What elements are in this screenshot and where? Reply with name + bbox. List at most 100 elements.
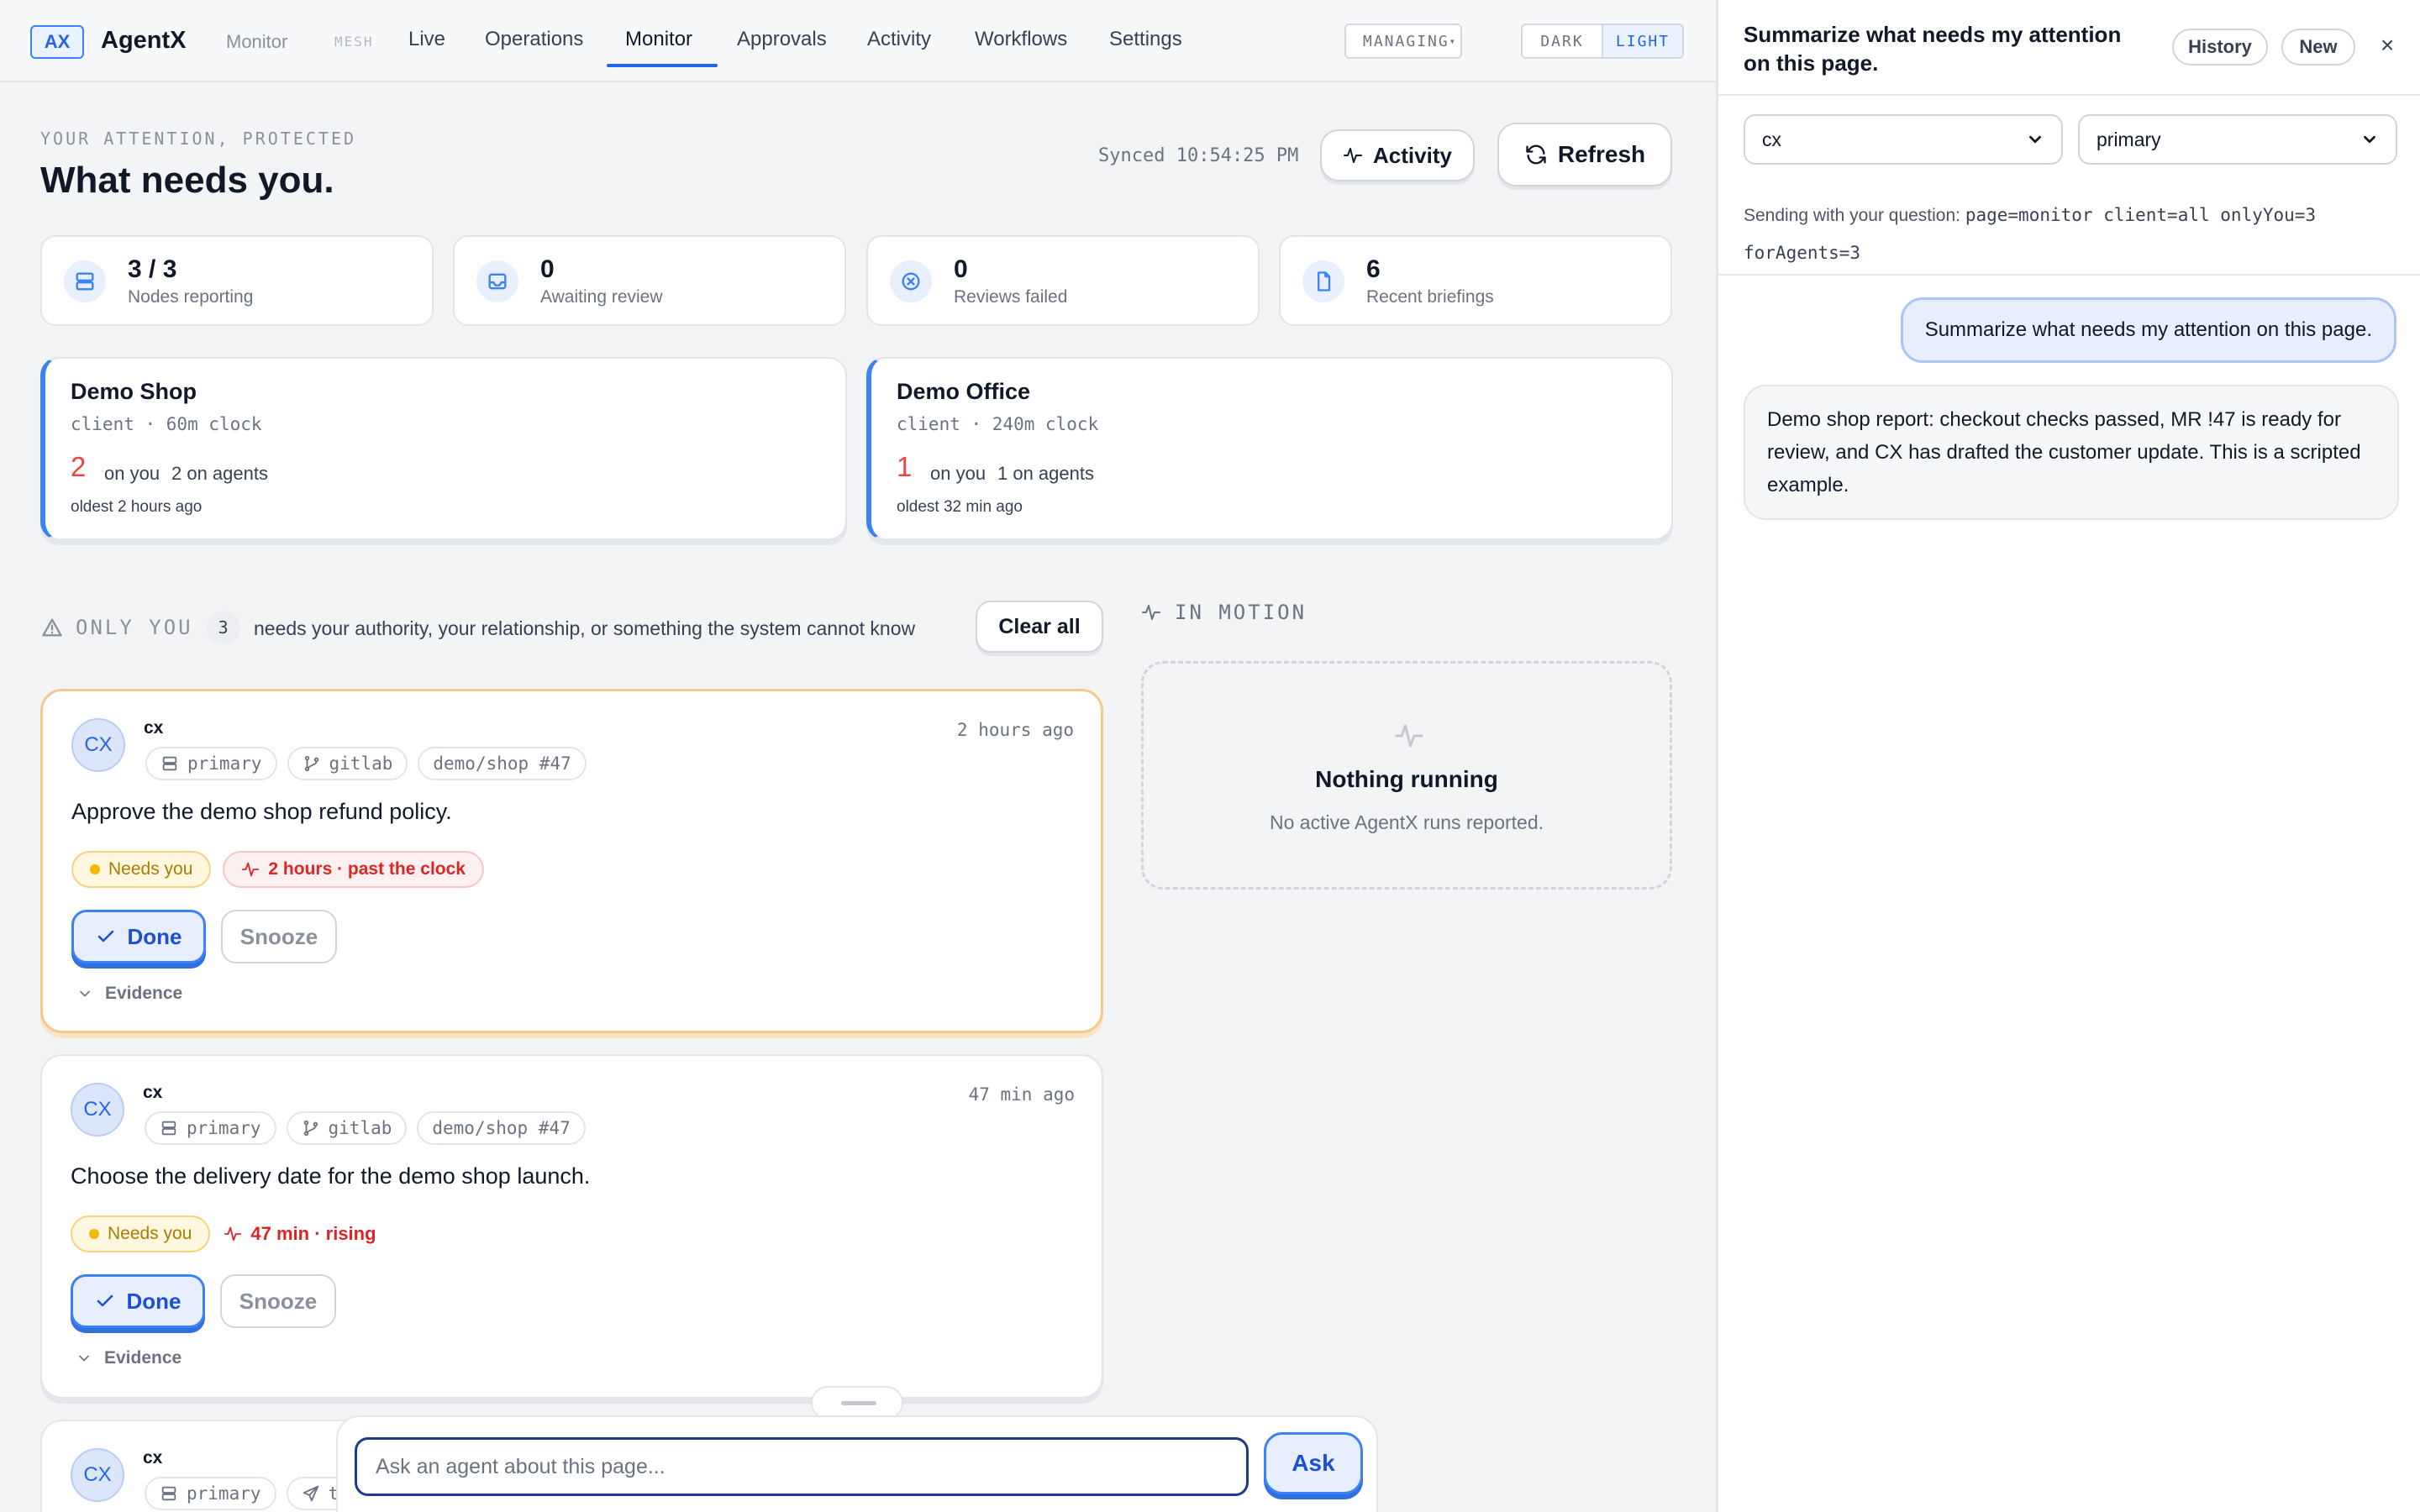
evidence-toggle[interactable]: Evidence [76, 984, 182, 1004]
tag-node[interactable]: primary [145, 1477, 276, 1510]
ask-button[interactable]: Ask [1264, 1432, 1363, 1494]
stat-value: 6 [1366, 255, 1381, 283]
urgency-badge: 2 hours · past the clock [223, 851, 484, 888]
task-time: 47 min ago [968, 1084, 1075, 1105]
pulse-icon [1343, 145, 1363, 165]
chevron-down-icon [2026, 130, 2044, 149]
chevron-down-icon: ▾ [1449, 35, 1455, 47]
chevron-down-icon [2360, 130, 2379, 149]
app-logo[interactable]: AX [30, 25, 84, 59]
task-actions: Done Snooze [71, 1274, 336, 1328]
pulse-icon [241, 860, 260, 879]
file-icon [1302, 260, 1344, 302]
status-badge: Needs you [71, 1215, 211, 1252]
status-dot [89, 1229, 99, 1239]
send-icon [302, 1484, 320, 1503]
only-you-header: ONLY YOU 3 [40, 611, 240, 644]
managing-dropdown[interactable]: MANAGING ▾ [1344, 24, 1462, 59]
snooze-button[interactable]: Snooze [220, 1274, 336, 1328]
agent-select-value: primary [2096, 128, 2161, 150]
client-select-value: cx [1762, 128, 1781, 150]
server-icon [64, 260, 106, 302]
task-badges: Needs you 2 hours · past the clock [71, 851, 484, 888]
nav-monitor[interactable]: Monitor [625, 28, 692, 51]
stat-label: Nodes reporting [128, 287, 254, 307]
clear-all-button[interactable]: Clear all [976, 601, 1103, 653]
agent-select[interactable]: primary [2078, 114, 2397, 165]
done-button[interactable]: Done [71, 910, 206, 963]
context-info: Sending with your question: page=monitor… [1744, 197, 2382, 272]
agent-name: cx [143, 1448, 163, 1467]
client-select[interactable]: cx [1744, 114, 2063, 165]
only-you-description: needs your authority, your relationship,… [254, 617, 916, 639]
mesh-label: MESH [334, 34, 374, 50]
tag-node[interactable]: primary [145, 747, 277, 780]
history-button[interactable]: History [2172, 29, 2268, 66]
new-chat-button[interactable]: New [2281, 29, 2355, 66]
tag-reference[interactable]: demo/shop #47 [417, 1111, 586, 1145]
nav-workflows[interactable]: Workflows [975, 28, 1067, 51]
inbox-icon [476, 260, 518, 302]
tag-node[interactable]: primary [145, 1111, 276, 1145]
ask-bar-handle[interactable] [811, 1386, 903, 1420]
check-icon [95, 1291, 115, 1311]
pulse-icon [1394, 721, 1424, 751]
chevron-down-icon [76, 1350, 92, 1367]
tag-reference[interactable]: demo/shop #47 [418, 747, 587, 780]
server-icon [160, 1119, 178, 1137]
ask-input[interactable] [355, 1437, 1249, 1496]
sync-status: Synced 10:54:25 PM [1098, 145, 1299, 166]
snooze-button[interactable]: Snooze [221, 910, 337, 963]
client-card-demo-office[interactable]: Demo Office client · 240m clock 1 on you… [866, 357, 1673, 540]
on-you-count: 1 [897, 451, 913, 482]
main-app: AX AgentX Monitor MESH Live Operations M… [0, 0, 1716, 1512]
refresh-button[interactable]: Refresh [1497, 123, 1672, 186]
activity-button[interactable]: Activity [1320, 129, 1475, 181]
theme-dark[interactable]: DARK [1523, 25, 1602, 57]
in-motion-label: IN MOTION [1175, 601, 1307, 624]
context-label: Sending with your question: [1744, 206, 1960, 225]
avatar: CX [71, 1448, 124, 1502]
agent-name: cx [143, 1083, 163, 1102]
stat-nodes: 3 / 3 Nodes reporting [40, 235, 434, 326]
nav-activity[interactable]: Activity [867, 28, 931, 51]
panel-title: Summarize what needs my attention on thi… [1744, 22, 2122, 76]
stat-awaiting-review: 0 Awaiting review [453, 235, 846, 326]
status-dot [90, 864, 100, 874]
drag-grip [841, 1401, 876, 1405]
on-you-label: on you [930, 463, 986, 484]
client-name: Demo Office [897, 379, 1031, 404]
on-agents: 2 on agents [171, 463, 268, 484]
tag-source[interactable]: gitlab [287, 747, 408, 780]
nav-settings[interactable]: Settings [1109, 28, 1182, 51]
only-you-label: ONLY YOU [76, 616, 193, 639]
task-message: Approve the demo shop refund policy. [71, 799, 452, 824]
stat-reviews-failed: 0 Reviews failed [866, 235, 1260, 326]
divider [1718, 94, 2420, 96]
client-card-demo-shop[interactable]: Demo Shop client · 60m clock 2 on you 2 … [40, 357, 847, 540]
stat-value: 0 [540, 255, 555, 283]
git-branch-icon [302, 754, 321, 773]
refresh-button-label: Refresh [1557, 141, 1646, 167]
done-button[interactable]: Done [71, 1274, 205, 1328]
activity-button-label: Activity [1373, 142, 1452, 168]
theme-light[interactable]: LIGHT [1602, 25, 1682, 57]
status-badge: Needs you [71, 851, 212, 888]
on-you-label: on you [104, 463, 160, 484]
oldest-item: oldest 2 hours ago [71, 498, 203, 516]
tag-source[interactable]: gitlab [286, 1111, 408, 1145]
nav-approvals[interactable]: Approvals [737, 28, 827, 51]
close-icon[interactable]: × [2381, 32, 2394, 59]
page-title: What needs you. [40, 160, 334, 201]
stat-recent-briefings: 6 Recent briefings [1279, 235, 1672, 326]
nav-live[interactable]: Live [408, 28, 445, 51]
ask-bar: Ask [336, 1415, 1378, 1512]
task-tags: primary gitlab demo/shop #47 [145, 1111, 586, 1145]
evidence-toggle[interactable]: Evidence [76, 1348, 182, 1368]
only-you-count: 3 [206, 611, 240, 644]
empty-title: Nothing running [1315, 766, 1498, 792]
oldest-item: oldest 32 min ago [897, 498, 1023, 516]
stat-label: Awaiting review [540, 287, 663, 307]
git-branch-icon [302, 1119, 320, 1137]
nav-operations[interactable]: Operations [485, 28, 583, 51]
